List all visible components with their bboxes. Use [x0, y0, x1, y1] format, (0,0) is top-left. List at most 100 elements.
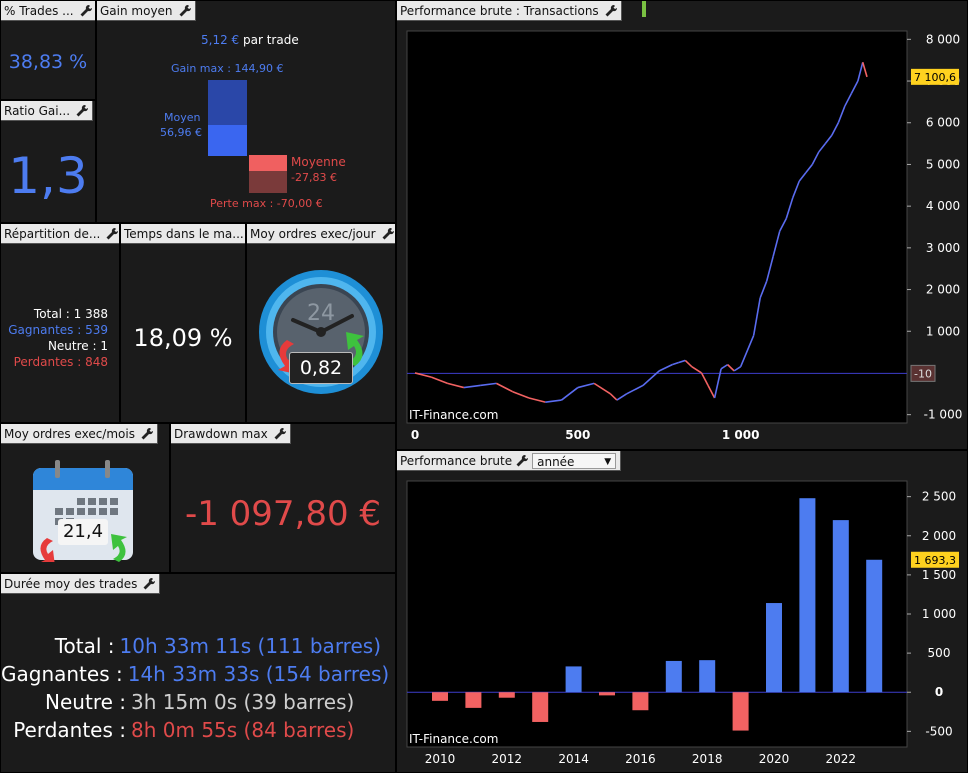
y-tick-label: 500	[928, 646, 951, 660]
y-tick-label: 0	[935, 685, 943, 699]
y-tick-label: 8 000	[926, 32, 960, 46]
x-tick-label: 2020	[759, 752, 790, 766]
duree-title[interactable]: Durée moy des trades	[1, 574, 161, 594]
moyen-label: Moyen	[164, 111, 201, 124]
perf-annee-panel: Performance brute année ▼ 2 500 2 000 1 50…	[396, 450, 968, 773]
bar	[465, 692, 482, 708]
repartition-perdantes: Perdantes : 848	[13, 355, 108, 369]
x-tick-label: 2014	[558, 752, 589, 766]
perte-max-bar	[249, 171, 287, 193]
annual-chart: 2 500 2 000 1 500 1 000 500 0 -500 2010 2012 2014…	[406, 480, 959, 766]
drawdown-panel: Drawdown max -1 097,80 €	[170, 423, 396, 573]
bar	[432, 692, 448, 701]
period-dropdown[interactable]: année ▼	[532, 453, 617, 469]
duree-row-value: 14h 33m 33s (154 barres)	[127, 662, 390, 686]
y-tick-label: 6 000	[926, 116, 960, 130]
bar	[665, 660, 682, 693]
perte-max-label: Perte max : -70,00 €	[210, 197, 323, 210]
gain-max-label: Gain max : 144,90 €	[171, 62, 284, 75]
bar	[832, 520, 849, 693]
bar	[565, 666, 582, 693]
x-tick-label: 2018	[692, 752, 723, 766]
perf-annee-title[interactable]: Performance brute année ▼	[397, 451, 622, 471]
perf-trans-panel: Performance brute : Transactions 8 000 7 …	[396, 0, 968, 450]
moy-mois-title[interactable]: Moy ordres exec/mois	[1, 424, 158, 444]
pct-trades-panel: % Trades ... 38,83 %	[0, 0, 96, 100]
x-tick-label: 0	[411, 428, 419, 442]
wrench-icon[interactable]	[273, 427, 287, 441]
wrench-icon[interactable]	[140, 427, 154, 441]
bar	[866, 559, 883, 693]
moy-mois-panel: Moy ordres exec/mois 21,4	[0, 423, 170, 573]
wrench-icon[interactable]	[142, 577, 156, 591]
perf-trans-title[interactable]: Performance brute : Transactions	[397, 1, 622, 21]
duree-row: Neutre :3h 15m 0s (39 barres)	[1, 688, 381, 716]
y-tick-label: -1 000	[924, 408, 963, 422]
duree-row-label: Perdantes :	[13, 718, 126, 742]
wrench-icon[interactable]	[515, 454, 529, 468]
last-value-label: 7 100,6	[914, 71, 956, 84]
wrench-icon[interactable]	[105, 227, 119, 241]
temps-title[interactable]: Temps dans le ma...	[121, 224, 245, 244]
y-tick-label: 1 500	[922, 568, 956, 582]
y-tick-label: 1 000	[922, 607, 956, 621]
wrench-icon[interactable]	[604, 4, 618, 18]
x-tick-label: 2010	[425, 752, 456, 766]
wrench-icon[interactable]	[75, 104, 89, 118]
y-tick-label: 5 000	[926, 157, 960, 171]
wrench-icon[interactable]	[381, 227, 395, 241]
moy-jour-title[interactable]: Moy ordres exec/jour	[247, 224, 395, 244]
moy-jour-panel: Moy ordres exec/jour 24 0,82	[246, 223, 396, 423]
repartition-gagnantes: Gagnantes : 539	[8, 323, 108, 337]
bar	[599, 692, 615, 696]
per-trade-line: 5,12 € par trade	[201, 33, 299, 47]
bar	[732, 692, 749, 731]
green-indicator	[642, 1, 646, 17]
y-tick-label: 2 000	[922, 529, 956, 543]
plot-area	[406, 30, 908, 424]
duree-row: Total :10h 33m 11s (111 barres)	[1, 632, 381, 660]
last-value-label: 1 693,3	[914, 554, 956, 567]
x-tick-label: 1 000	[722, 428, 760, 442]
bar	[532, 692, 549, 722]
repartition-neutre: Neutre : 1	[47, 339, 108, 353]
moy-jour-value: 0,82	[289, 352, 353, 384]
gain-moyen-panel: Gain moyen 5,12 € par trade Gain max : 1…	[96, 0, 396, 223]
duree-row-label: Total :	[54, 634, 115, 658]
wrench-icon[interactable]	[178, 4, 192, 18]
duree-row-value: 8h 0m 55s (84 barres)	[131, 718, 355, 742]
repartition-list: Total : 1 388 Gagnantes : 539 Neutre : 1…	[8, 306, 108, 370]
wrench-icon[interactable]	[79, 4, 93, 18]
duree-row-label: Neutre :	[45, 690, 126, 714]
plot-area	[406, 480, 908, 748]
perte-moyenne-bar	[249, 155, 287, 171]
transactions-chart: 8 0007 0006 0005 0004 0003 0002 0001 000…	[406, 30, 963, 442]
x-tick-label: 2016	[625, 752, 656, 766]
ratio-panel: Ratio Gai... 1,3	[0, 100, 96, 223]
y-tick-label: 2 500	[922, 490, 956, 504]
per-trade-suffix: par trade	[243, 33, 299, 47]
duree-row-label: Gagnantes :	[1, 662, 123, 686]
clock-dial-number: 24	[307, 301, 335, 326]
gain-moyen-bar	[208, 125, 247, 156]
duree-row-value: 3h 15m 0s (39 barres)	[131, 690, 355, 714]
drawdown-title[interactable]: Drawdown max	[171, 424, 291, 444]
per-trade-value: 5,12 €	[201, 33, 240, 47]
bar	[498, 692, 515, 698]
gain-max-bar	[208, 80, 247, 125]
bar	[699, 660, 716, 693]
bar	[632, 692, 649, 711]
moyenne-value: -27,83 €	[291, 171, 337, 184]
moyenne-label: Moyenne	[291, 155, 346, 169]
repartition-title[interactable]: Répartition de...	[1, 224, 119, 244]
gain-moyen-title[interactable]: Gain moyen	[97, 1, 196, 21]
pct-trades-value: 38,83 %	[8, 51, 88, 73]
moyen-value: 56,96 €	[160, 126, 202, 139]
duree-row: Gagnantes :14h 33m 33s (154 barres)	[1, 660, 389, 688]
y-tick-label: 3 000	[926, 241, 960, 255]
ratio-title[interactable]: Ratio Gai...	[1, 101, 94, 121]
y-tick-label: 4 000	[926, 199, 960, 213]
pct-trades-title[interactable]: % Trades ...	[1, 1, 95, 21]
reference-label: -10	[914, 367, 932, 380]
ratio-value: 1,3	[8, 147, 88, 205]
